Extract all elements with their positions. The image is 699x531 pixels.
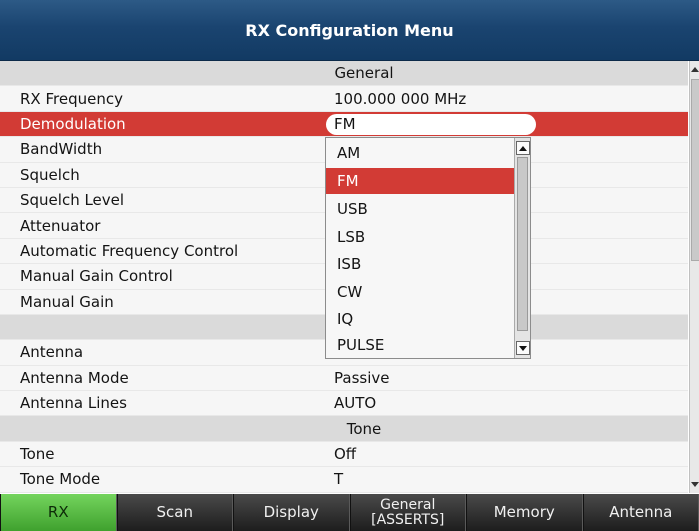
softkey-bar: RX Scan Display General [ASSERTS] Memory Anten…: [0, 494, 699, 531]
softkey-label: Antenna: [609, 503, 673, 521]
dropdown-option-pulse[interactable]: PULSE: [326, 332, 514, 358]
dropdown-option-am[interactable]: AM: [326, 140, 514, 166]
softkey-memory[interactable]: Memory: [466, 494, 583, 531]
scroll-up-arrow-icon[interactable]: [691, 67, 699, 72]
menu-row-label: Squelch Level: [20, 191, 125, 210]
section-header-label: Tone: [346, 419, 382, 438]
arrow-up-icon: [519, 145, 527, 151]
dropdown-option-lsb[interactable]: LSB: [326, 224, 514, 250]
menu-row-label: Antenna Mode: [20, 368, 129, 387]
softkey-label-group: General [ASSERTS]: [371, 496, 445, 528]
menu-row-antenna-lines[interactable]: Antenna Lines AUTO: [0, 391, 688, 417]
menu-row-value: T: [334, 470, 344, 489]
menu-row-tone-mode[interactable]: Tone Mode T: [0, 467, 688, 493]
dropdown-option-isb[interactable]: ISB: [326, 251, 514, 277]
menu-row-label: Manual Gain: [20, 292, 114, 311]
dropdown-option-usb[interactable]: USB: [326, 196, 514, 222]
dropdown-scroll-down-button[interactable]: [516, 341, 530, 355]
menu-row-demodulation[interactable]: Demodulation FM: [0, 111, 688, 138]
menu-row-label: Tone: [20, 445, 55, 464]
menu-row-label: Automatic Frequency Control: [20, 241, 239, 260]
menu-row-value: Passive: [334, 368, 390, 387]
dropdown-option-cw[interactable]: CW: [326, 279, 514, 305]
menu-row-label: Squelch: [20, 165, 80, 184]
menu-row-label: Demodulation: [20, 114, 126, 133]
section-header-tone: Tone: [0, 416, 688, 442]
menu-row-antenna-mode[interactable]: Antenna Mode Passive: [0, 366, 688, 392]
softkey-rx[interactable]: RX: [0, 494, 117, 531]
menu-row-label: Antenna Lines: [20, 394, 127, 413]
softkey-general[interactable]: General [ASSERTS]: [349, 494, 466, 531]
dropdown-option-iq[interactable]: IQ: [326, 306, 514, 332]
dropdown-scroll-up-button[interactable]: [516, 141, 530, 155]
window-title: RX Configuration Menu: [245, 20, 454, 40]
softkey-scan[interactable]: Scan: [116, 494, 233, 531]
softkey-label: RX: [47, 503, 69, 521]
section-header-general: General: [0, 61, 688, 87]
section-header-label: General: [334, 64, 394, 83]
arrow-down-icon: [519, 345, 527, 351]
menu-row-label: Tone Mode: [20, 470, 101, 489]
menu-row-value: AUTO: [334, 394, 377, 413]
demodulation-dropdown[interactable]: AM FM USB LSB ISB CW IQ PULSE: [325, 137, 531, 359]
menu-row-label: Antenna: [20, 343, 84, 362]
softkey-label: General: [380, 496, 436, 513]
softkey-label: Scan: [156, 503, 193, 521]
scroll-down-arrow-icon[interactable]: [691, 482, 699, 487]
menu-row-rx-frequency[interactable]: RX Frequency 100.000 000 MHz: [0, 86, 688, 112]
dropdown-option-fm[interactable]: FM: [326, 168, 514, 194]
dropdown-scrollbar[interactable]: [514, 138, 530, 358]
dropdown-scroll-thumb[interactable]: [517, 157, 528, 331]
title-bar: RX Configuration Menu: [0, 0, 699, 61]
menu-row-label: Manual Gain Control: [20, 267, 173, 286]
menu-row-label: BandWidth: [20, 140, 103, 159]
menu-row-label: RX Frequency: [20, 89, 123, 108]
menu-row-label: Attenuator: [20, 216, 101, 235]
menu-row-tone[interactable]: Tone Off: [0, 442, 688, 468]
menu-scrollbar[interactable]: [689, 61, 699, 493]
softkey-sublabel: [ASSERTS]: [371, 511, 445, 528]
softkey-label: Memory: [493, 503, 555, 521]
menu-row-value: 100.000 000 MHz: [334, 89, 467, 108]
softkey-antenna[interactable]: Antenna: [582, 494, 699, 531]
scroll-thumb[interactable]: [691, 79, 699, 261]
softkey-display[interactable]: Display: [233, 494, 350, 531]
menu-row-value: Off: [334, 445, 357, 464]
demodulation-value-field[interactable]: FM: [326, 113, 536, 135]
softkey-label: Display: [263, 503, 319, 521]
